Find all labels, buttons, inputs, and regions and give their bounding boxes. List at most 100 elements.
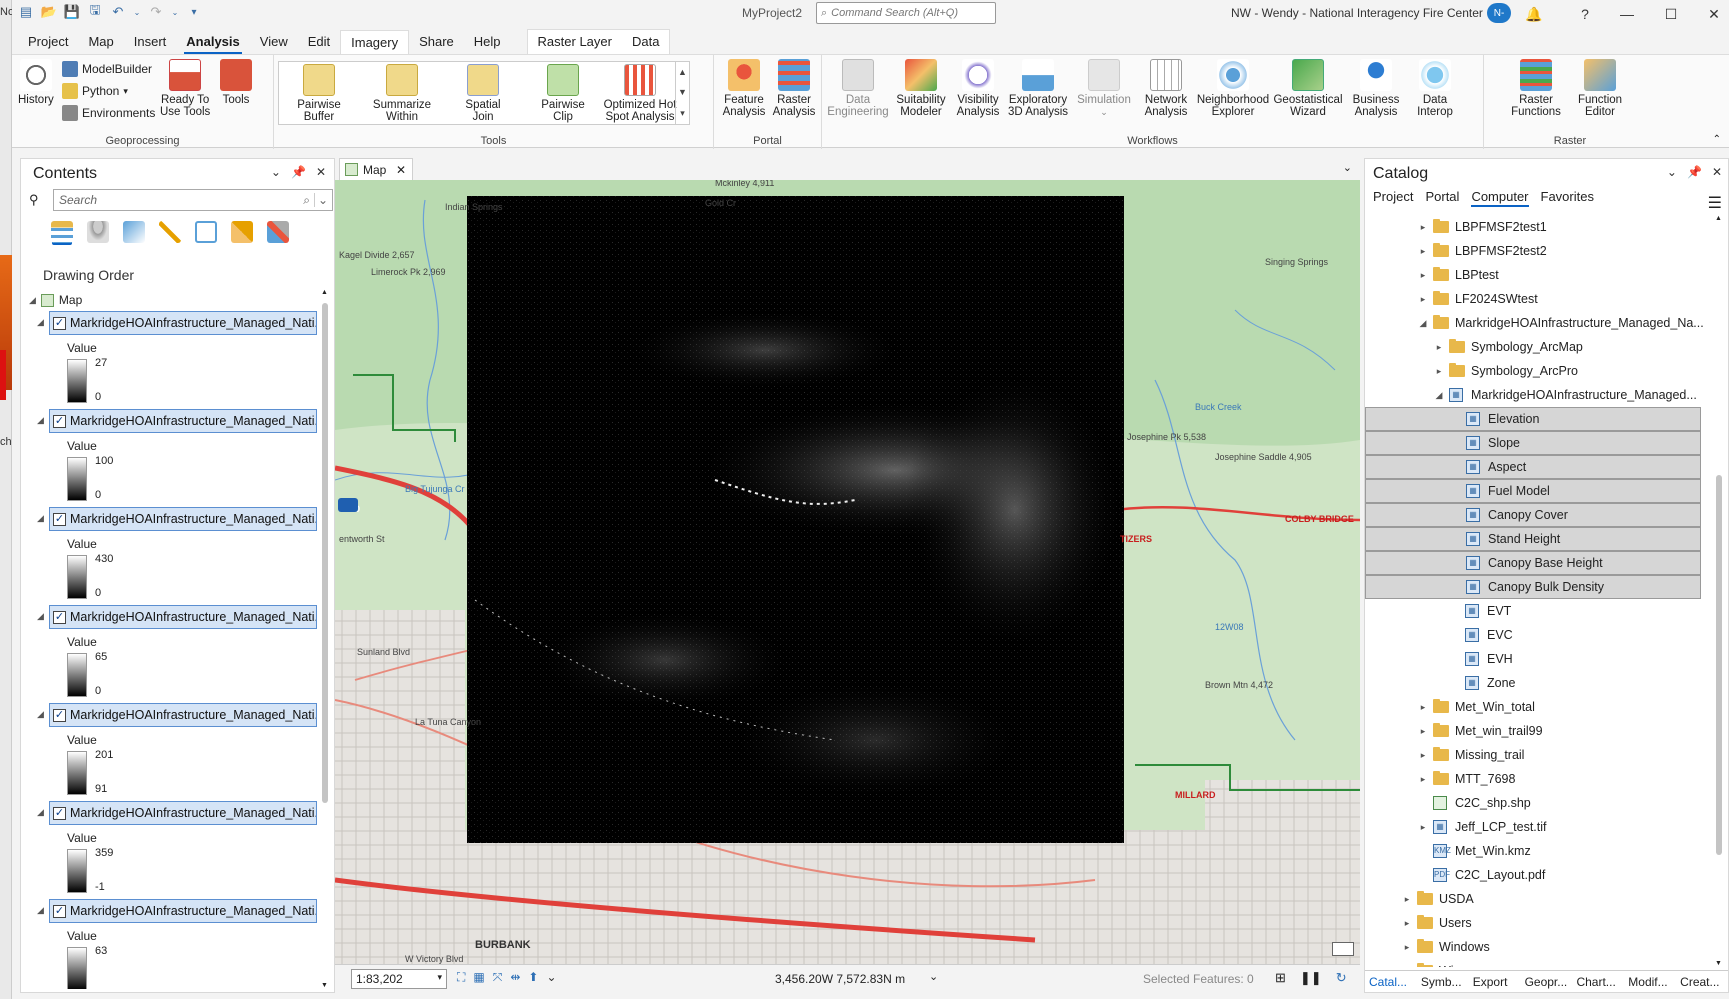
list-by-source-icon[interactable] [87, 221, 109, 243]
layer-row[interactable]: ✓ MarkridgeHOAInfrastructure_Managed_Nati… [49, 899, 317, 923]
feature-analysis-button[interactable]: Feature Analysis [720, 59, 768, 118]
spatial-join-button[interactable]: Spatial Join [455, 64, 511, 123]
geostatistical-wizard-button[interactable]: Geostatistical Wizard [1272, 59, 1344, 118]
list-by-drawing-order-icon[interactable] [51, 221, 73, 243]
bottom-tab[interactable]: Chart... [1572, 971, 1624, 992]
caret-down-icon[interactable]: ◢ [37, 513, 44, 524]
caret-right-icon[interactable]: ▸ [1417, 702, 1429, 713]
raster-functions-button[interactable]: Raster Functions [1506, 59, 1566, 118]
caret-right-icon[interactable]: ▸ [1417, 222, 1429, 233]
chevron-down-icon[interactable]: ▼ [678, 87, 687, 97]
layer-row[interactable]: ✓ MarkridgeHOAInfrastructure_Managed_Nati… [49, 311, 317, 335]
pairwise-buffer-button[interactable]: Pairwise Buffer [289, 64, 349, 123]
layer-visibility-checkbox[interactable]: ✓ [53, 610, 66, 624]
redo-dropdown-icon[interactable]: ⌄ [171, 4, 179, 20]
caret-right-icon[interactable]: ▸ [1401, 894, 1413, 905]
chevron-down-icon[interactable]: ▼ [321, 982, 328, 989]
catalog-tree-item[interactable]: ▸ Wi... [1365, 959, 1711, 967]
catalog-tab-favorites[interactable]: Favorites [1541, 189, 1594, 207]
catalog-scrollbar[interactable]: ▲ ▼ [1714, 215, 1724, 967]
list-by-labeling-icon[interactable] [231, 221, 253, 243]
gallery-scroll[interactable]: ▲ ▼ ▾ [675, 62, 689, 124]
catalog-tree-item[interactable]: ▦ Fuel Model [1365, 479, 1701, 503]
caret-right-icon[interactable]: ▸ [1417, 774, 1429, 785]
layer-row[interactable]: ✓ MarkridgeHOAInfrastructure_Managed_Nati… [49, 409, 317, 433]
caret-down-icon[interactable]: ◢ [1433, 390, 1445, 401]
new-project-icon[interactable]: ▤ [18, 4, 34, 20]
account-name[interactable]: NW - Wendy - National Interagency Fire C… [1231, 6, 1483, 20]
minimize-icon[interactable]: — [1617, 4, 1637, 24]
layer-row[interactable]: ✓ MarkridgeHOAInfrastructure_Managed_Nati… [49, 605, 317, 629]
catalog-tree-item[interactable]: ▸ Met_win_trail99 [1365, 719, 1711, 743]
catalog-tree-item[interactable]: ▸ MTT_7698 [1365, 767, 1711, 791]
pause-drawing-icon[interactable]: ❚❚ [1300, 970, 1322, 986]
filter-icon[interactable]: ⚲ [29, 192, 39, 208]
list-by-snapping-icon[interactable] [195, 221, 217, 243]
function-editor-button[interactable]: Function Editor [1570, 59, 1630, 118]
catalog-tree-item[interactable]: ▸ LBPFMSF2test1 [1365, 215, 1711, 239]
caret-right-icon[interactable]: ▸ [1417, 750, 1429, 761]
catalog-tab-computer[interactable]: Computer [1471, 189, 1529, 207]
scroll-thumb[interactable] [322, 303, 328, 803]
pin-icon[interactable]: 📌 [1687, 165, 1702, 179]
environments-button[interactable]: Environments [62, 105, 155, 121]
pin-icon[interactable]: 📌 [291, 165, 306, 179]
caret-right-icon[interactable]: ▸ [1433, 366, 1445, 377]
bottom-tab[interactable]: Geopr... [1521, 971, 1573, 992]
close-icon[interactable]: ✕ [1704, 4, 1724, 24]
catalog-tree-item[interactable]: ▦ EVT [1365, 599, 1711, 623]
data-engineering-button[interactable]: Data Engineering [826, 59, 890, 118]
tools-button[interactable]: Tools [220, 59, 252, 106]
caret-down-icon[interactable]: ◢ [37, 611, 44, 622]
caret-down-icon[interactable]: ◢ [37, 905, 44, 916]
refresh-list-icon[interactable]: ⊞ [1275, 970, 1286, 986]
catalog-tree-item[interactable]: C2C_shp.shp [1365, 791, 1711, 815]
caret-right-icon[interactable]: ▸ [1417, 246, 1429, 257]
catalog-tree-item[interactable]: ▸ USDA [1365, 887, 1711, 911]
scroll-thumb[interactable] [1716, 475, 1722, 855]
caret-down-icon[interactable]: ◢ [37, 807, 44, 818]
contents-scrollbar[interactable]: ▲ ▼ [320, 289, 330, 989]
coordinate-system-dropdown-icon[interactable]: ⌄ [929, 970, 938, 983]
close-icon[interactable]: ✕ [1712, 165, 1722, 179]
close-icon[interactable]: ✕ [396, 163, 412, 177]
command-search-input[interactable]: ⌕ Command Search (Alt+Q) [816, 2, 996, 24]
notifications-icon[interactable]: 🔔 [1524, 4, 1544, 24]
layer-row[interactable]: ✓ MarkridgeHOAInfrastructure_Managed_Nati… [49, 703, 317, 727]
maximize-icon[interactable]: ☐ [1661, 4, 1681, 24]
caret-right-icon[interactable]: ▸ [1417, 270, 1429, 281]
bottom-tab[interactable]: Catal... [1365, 971, 1417, 992]
catalog-tab-project[interactable]: Project [1373, 189, 1413, 207]
catalog-tree-item[interactable]: ▸ Users [1365, 911, 1711, 935]
catalog-tree-item[interactable]: ▦ EVC [1365, 623, 1711, 647]
tab-raster-layer[interactable]: Raster Layer [528, 30, 622, 54]
catalog-tree-item[interactable]: ▦ Slope [1365, 431, 1701, 455]
caret-right-icon[interactable]: ▸ [1401, 942, 1413, 953]
caret-right-icon[interactable]: ▸ [1417, 726, 1429, 737]
close-icon[interactable]: ✕ [316, 165, 326, 179]
history-button[interactable]: History [18, 59, 54, 106]
simulation-button[interactable]: Simulation ⌄ [1072, 59, 1136, 118]
catalog-tree-item[interactable]: ▸ Met_Win_total [1365, 695, 1711, 719]
tab-project[interactable]: Project [18, 30, 78, 54]
data-interop-button[interactable]: Data Interop [1408, 59, 1462, 118]
caret-down-icon[interactable]: ◢ [1417, 318, 1429, 329]
catalog-tree-item[interactable]: PDF C2C_Layout.pdf [1365, 863, 1711, 887]
tab-imagery[interactable]: Imagery [340, 30, 410, 54]
chevron-up-icon[interactable]: ▲ [321, 289, 328, 296]
raster-analysis-button[interactable]: Raster Analysis [770, 59, 818, 118]
caret-right-icon[interactable]: ▸ [1433, 342, 1445, 353]
caret-down-icon[interactable]: ◢ [37, 415, 44, 426]
suitability-modeler-button[interactable]: Suitability Modeler [890, 59, 952, 118]
summarize-within-button[interactable]: Summarize Within [367, 64, 437, 123]
caret-right-icon[interactable]: ▸ [1401, 966, 1413, 968]
open-project-icon[interactable]: 📂 [41, 4, 57, 20]
ruler-icon[interactable]: ⇹ [510, 970, 520, 985]
layer-visibility-checkbox[interactable]: ✓ [53, 414, 66, 428]
list-by-editing-icon[interactable] [159, 221, 181, 243]
gallery-expand-icon[interactable]: ▾ [680, 108, 685, 119]
layer-visibility-checkbox[interactable]: ✓ [53, 904, 66, 918]
grid-icon[interactable]: ▦ [473, 970, 484, 985]
search-dropdown-icon[interactable]: ⌄ [313, 193, 332, 207]
catalog-tree-item[interactable]: ▸ Symbology_ArcMap [1365, 335, 1711, 359]
